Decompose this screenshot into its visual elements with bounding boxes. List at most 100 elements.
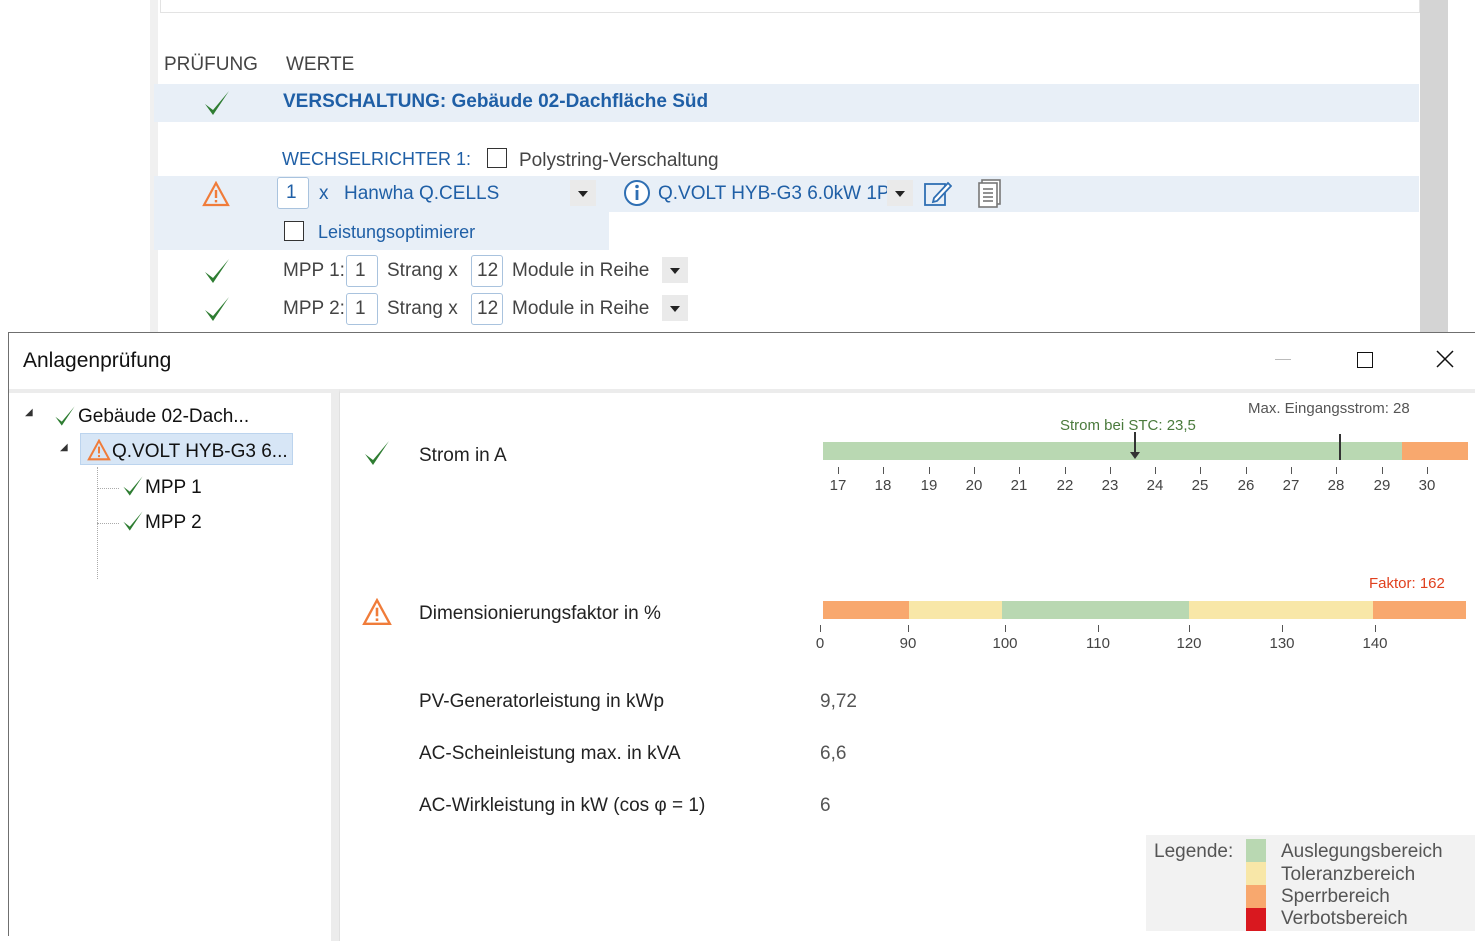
check-icon xyxy=(202,88,232,118)
legend-swatch-auslegung xyxy=(1246,839,1266,862)
header-pruefung: PRÜFUNG xyxy=(164,54,258,75)
chevron-down-icon[interactable] xyxy=(662,257,688,283)
legend-title: Legende: xyxy=(1154,841,1234,862)
axis-tick xyxy=(1427,467,1428,474)
axis-tick xyxy=(1005,625,1006,632)
mpp1-label: MPP 1: xyxy=(283,260,345,281)
bar-segment-auslegung xyxy=(823,442,1402,460)
factor-label: Faktor: 162 xyxy=(1369,575,1445,592)
axis-tick xyxy=(1019,467,1020,474)
tree-node-mpp2[interactable]: MPP 2 xyxy=(145,512,202,534)
axis-tick xyxy=(1098,625,1099,632)
ac-apparent-value: 6,6 xyxy=(820,743,847,764)
axis-tick-label: 140 xyxy=(1362,635,1388,652)
mpp2-strings-input[interactable]: 1 xyxy=(346,293,378,325)
ac-active-value: 6 xyxy=(820,795,831,816)
stc-current-label: Strom bei STC: 23,5 xyxy=(1060,417,1196,434)
check-icon xyxy=(362,437,392,474)
manufacturer-value: Hanwha Q.CELLS xyxy=(344,183,500,204)
wr-count-input[interactable]: 1 xyxy=(277,177,309,209)
axis-tick-label: 18 xyxy=(874,477,892,494)
legend-swatch-verbot xyxy=(1246,908,1266,931)
axis-tick-label: 17 xyxy=(829,477,847,494)
strom-label: Strom in A xyxy=(419,445,507,466)
tree-node-wr[interactable]: Q.VOLT HYB-G3 6... xyxy=(112,441,288,463)
axis-tick-label: 25 xyxy=(1191,477,1209,494)
bar-segment-sperr xyxy=(823,601,909,619)
axis-tick-label: 28 xyxy=(1327,477,1345,494)
max-current-marker xyxy=(1339,434,1341,460)
axis-tick xyxy=(1246,467,1247,474)
polystring-checkbox[interactable] xyxy=(487,148,507,168)
stc-arrow-icon xyxy=(1130,452,1140,459)
bar-segment-auslegung xyxy=(1002,601,1189,619)
max-current-label: Max. Eingangsstrom: 28 xyxy=(1248,400,1410,417)
axis-tick-label: 20 xyxy=(965,477,983,494)
model-value[interactable]: Q.VOLT HYB-G3 6.0kW 1P xyxy=(658,183,890,205)
polystring-label: Polystring-Verschaltung xyxy=(519,150,719,171)
axis-tick xyxy=(1155,467,1156,474)
document-icon[interactable] xyxy=(976,178,1004,213)
chevron-down-icon[interactable] xyxy=(662,295,688,321)
tree-connector xyxy=(97,523,119,525)
info-icon[interactable] xyxy=(623,179,651,212)
check-icon xyxy=(202,294,232,329)
axis-tick xyxy=(1282,625,1283,632)
check-icon xyxy=(121,473,145,504)
top-box xyxy=(160,0,1420,13)
axis-tick xyxy=(1065,467,1066,474)
dim-label: Dimensionierungsfaktor in % xyxy=(419,603,661,624)
mpp1-strang-label: Strang x xyxy=(387,260,458,281)
tree-node-gebaeude[interactable]: Gebäude 02-Dach... xyxy=(78,406,249,428)
check-icon xyxy=(121,508,145,539)
edit-icon[interactable] xyxy=(922,178,953,213)
legend: Legende: Auslegungsbereich Toleranzberei… xyxy=(1146,835,1475,931)
axis-tick xyxy=(1375,625,1376,632)
stc-current-marker xyxy=(1134,432,1136,454)
optimizer-label: Leistungsoptimierer xyxy=(318,222,476,242)
check-icon xyxy=(53,403,77,434)
expand-icon[interactable]: ◢ xyxy=(25,407,33,418)
axis-tick xyxy=(1291,467,1292,474)
axis-tick xyxy=(1110,467,1111,474)
axis-tick xyxy=(820,625,821,632)
ac-active-label: AC-Wirkleistung in kW (cos φ = 1) xyxy=(419,795,706,816)
warning-icon xyxy=(362,597,392,631)
axis-tick-label: 120 xyxy=(1176,635,1202,652)
scrollbar[interactable] xyxy=(1420,0,1448,336)
mpp1-strings-input[interactable]: 1 xyxy=(346,255,378,287)
legend-swatch-sperr xyxy=(1246,885,1266,908)
strom-bar xyxy=(823,432,1468,460)
pv-power-label: PV-Generatorleistung in kWp xyxy=(419,691,665,712)
axis-tick-label: 29 xyxy=(1373,477,1391,494)
legend-swatch-toleranz xyxy=(1246,862,1266,885)
manufacturer-select[interactable]: Hanwha Q.CELLS xyxy=(337,178,597,208)
axis-tick-label: 19 xyxy=(920,477,938,494)
axis-tick-label: 24 xyxy=(1146,477,1164,494)
legend-label-verbot: Verbotsbereich xyxy=(1281,908,1408,929)
close-icon[interactable] xyxy=(1436,350,1454,373)
chevron-down-icon[interactable] xyxy=(887,180,913,206)
tree-view[interactable]: ◢ Gebäude 02-Dach... ◢ Q.VOLT HYB-G3 6..… xyxy=(9,389,339,941)
optimizer-checkbox[interactable] xyxy=(284,221,304,241)
bar-segment-toleranz xyxy=(1189,601,1373,619)
check-icon xyxy=(202,256,232,291)
axis-tick-label: 27 xyxy=(1282,477,1300,494)
chevron-down-icon[interactable] xyxy=(570,180,596,206)
minimize-icon[interactable] xyxy=(1275,359,1291,360)
title-bar[interactable]: Anlagenprüfung xyxy=(9,333,1475,387)
pv-power-value: 9,72 xyxy=(820,691,857,712)
mpp2-modules-input[interactable]: 12 xyxy=(471,293,503,325)
expand-icon[interactable]: ◢ xyxy=(60,442,68,453)
mpp2-strang-label: Strang x xyxy=(387,298,458,319)
warning-icon xyxy=(202,180,230,212)
mpp1-modules-input[interactable]: 12 xyxy=(471,255,503,287)
tree-node-mpp1[interactable]: MPP 1 xyxy=(145,477,202,499)
maximize-icon[interactable] xyxy=(1357,352,1373,368)
axis-tick-label: 26 xyxy=(1237,477,1255,494)
axis-tick xyxy=(908,625,909,632)
axis-tick xyxy=(838,467,839,474)
dim-bar xyxy=(823,601,1466,619)
warning-icon xyxy=(87,438,111,466)
legend-label-sperr: Sperrbereich xyxy=(1281,886,1390,907)
